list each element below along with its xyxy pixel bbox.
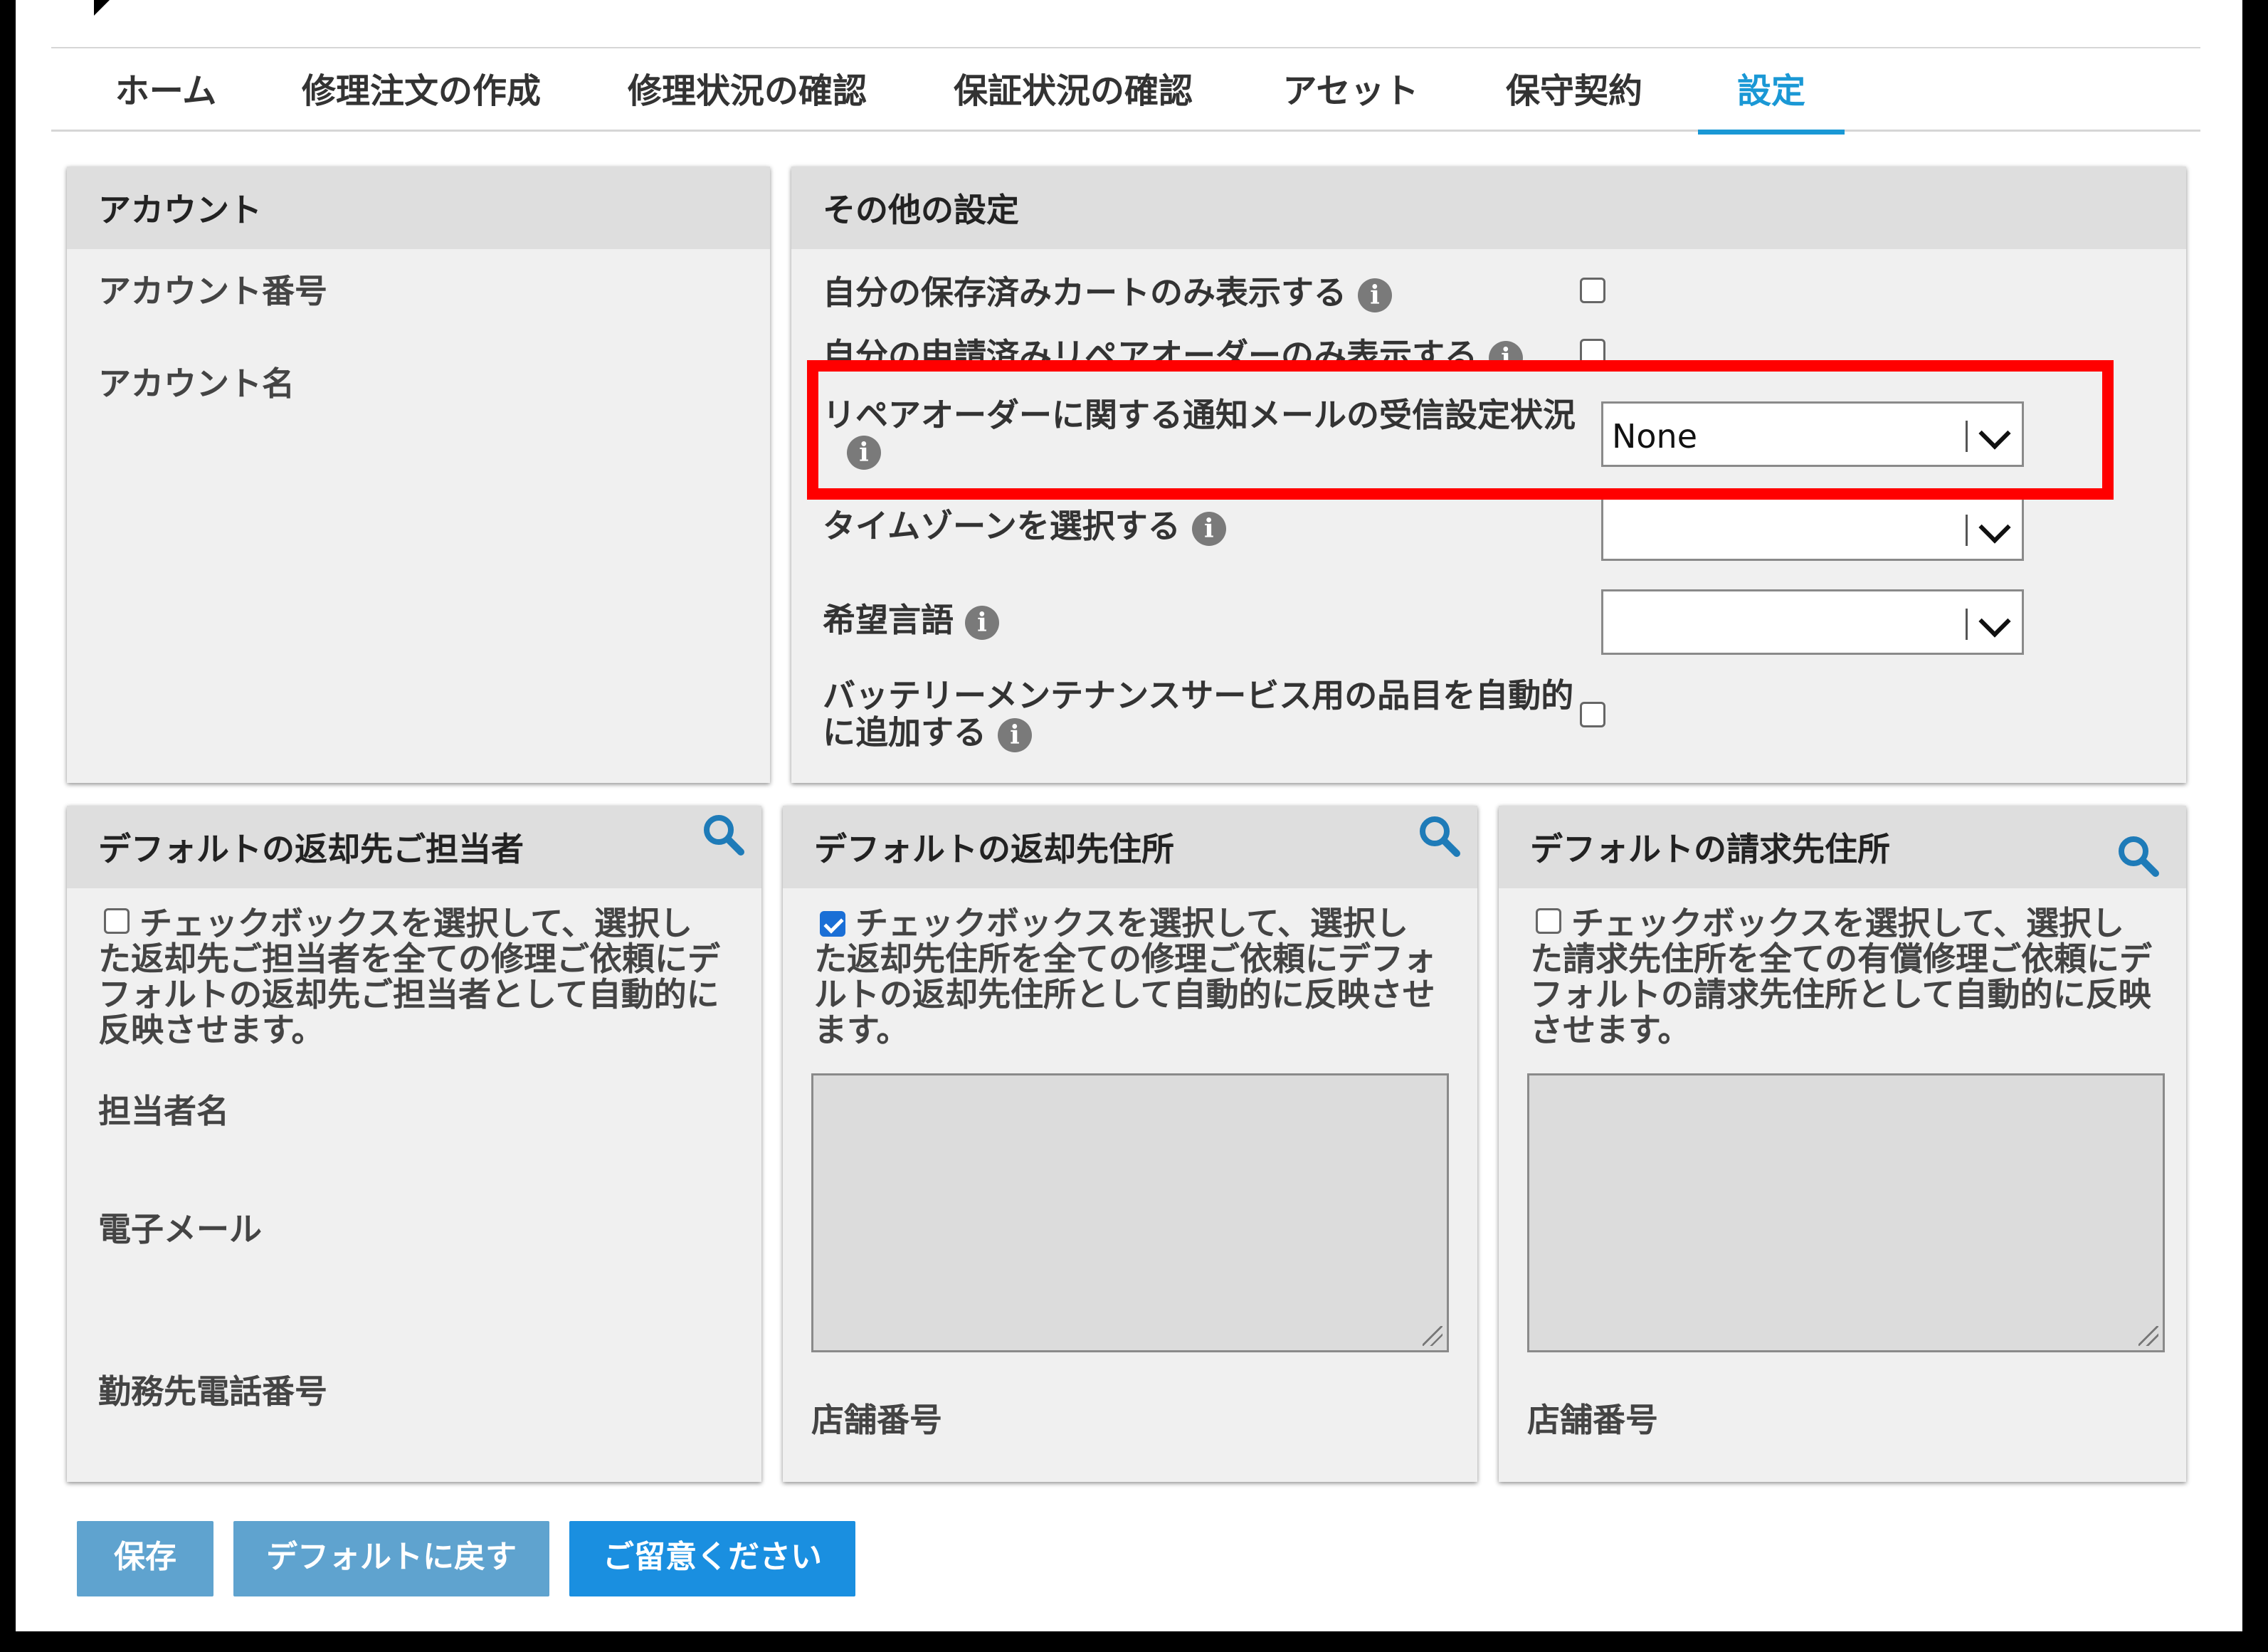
chevron-down-icon: [1978, 511, 2011, 544]
main-nav-tabs: ホーム 修理注文の作成 修理状況の確認 保証状況の確認 アセット 保守契約 設定: [51, 47, 2200, 135]
battery-label-line-2: に追加する: [823, 713, 986, 752]
select-separator: [1966, 609, 1968, 640]
billing-address-title: デフォルトの請求先住所: [1530, 830, 1890, 868]
timezone-select[interactable]: [1601, 495, 2024, 561]
account-panel: アカウント アカウント番号 アカウント名: [67, 167, 770, 783]
language-label: 希望言語: [823, 601, 954, 639]
return-address-textarea[interactable]: [811, 1073, 1449, 1352]
return-contact-description: チェックボックスを選択して、選択し た返却先ご担当者を全ての修理ご依頼にデ フォ…: [98, 905, 753, 1048]
desc-line: フォルトの請求先住所として自動的に反映: [1530, 975, 2151, 1014]
repair-order-label: 自分の申請済みリペアオーダーのみ表示する: [823, 336, 1477, 367]
language-setting: 希望言語 i: [823, 601, 999, 640]
save-button[interactable]: 保存: [77, 1521, 213, 1596]
office-phone-label: 勤務先電話番号: [98, 1372, 327, 1411]
desc-line: フォルトの返却先ご担当者として自動的に: [98, 975, 719, 1014]
account-number-label: アカウント番号: [98, 272, 327, 310]
return-contact-panel: デフォルトの返却先ご担当者 チェックボックスを選択して、選択し た返却先ご担当者…: [67, 806, 761, 1482]
chevron-down-icon: [1978, 605, 2011, 638]
email-label: 電子メール: [98, 1210, 262, 1248]
tab-repair-status[interactable]: 修理状況の確認: [619, 58, 875, 130]
store-number-label: 店舗番号: [1527, 1401, 1658, 1439]
store-number-label: 店舗番号: [811, 1401, 942, 1439]
select-separator: [1966, 421, 1968, 452]
resize-grip[interactable]: [1423, 1326, 1442, 1346]
info-icon[interactable]: i: [998, 717, 1032, 752]
repair-order-setting: 自分の申請済みリペアオーダーのみ表示する i: [823, 336, 1523, 367]
return-address-description: チェックボックスを選択して、選択し た返却先住所を全ての修理ご依頼にデフォ ルト…: [814, 905, 1469, 1048]
notify-select[interactable]: None: [1601, 401, 2024, 467]
info-icon[interactable]: i: [965, 605, 999, 640]
tab-create-repair-order[interactable]: 修理注文の作成: [293, 58, 549, 130]
notify-select-value: None: [1612, 417, 1698, 456]
saved-cart-label: 自分の保存済みカートのみ表示する: [823, 273, 1346, 312]
account-name-label: アカウント名: [98, 364, 295, 403]
account-panel-header: アカウント: [67, 167, 770, 249]
repair-order-checkbox[interactable]: [1580, 339, 1605, 364]
desc-line: た返却先住所を全ての修理ご依頼にデフォ: [814, 940, 1436, 978]
settings-page: ホーム 修理注文の作成 修理状況の確認 保証状況の確認 アセット 保守契約 設定…: [16, 0, 2242, 1631]
tab-assets[interactable]: アセット: [1275, 58, 1426, 130]
language-select[interactable]: [1601, 589, 2024, 655]
return-contact-header: デフォルトの返却先ご担当者: [67, 806, 761, 888]
billing-address-textarea[interactable]: [1527, 1073, 2165, 1352]
return-address-panel: デフォルトの返却先住所 チェックボックスを選択して、選択し た返却先住所を全ての…: [783, 806, 1477, 1482]
tab-settings[interactable]: 設定: [1698, 58, 1845, 135]
search-icon[interactable]: [1416, 813, 1462, 858]
tab-home[interactable]: ホーム: [93, 58, 239, 130]
search-icon[interactable]: [2115, 833, 2161, 878]
notice-button[interactable]: ご留意ください: [569, 1521, 855, 1596]
desc-line: 反映させます。: [98, 1011, 325, 1049]
reset-to-default-button[interactable]: デフォルトに戻す: [233, 1521, 549, 1596]
billing-address-panel: デフォルトの請求先住所 チェックボックスを選択して、選択し た請求先住所を全ての…: [1499, 806, 2186, 1482]
desc-line: ます。: [814, 1011, 909, 1049]
corner-mark: [94, 0, 110, 16]
battery-checkbox[interactable]: [1580, 702, 1605, 727]
other-settings-panel: その他の設定 自分の保存済みカートのみ表示する i 自分の申請済みリペアオーダーの…: [791, 167, 2186, 783]
other-settings-header: その他の設定: [791, 167, 2186, 249]
select-separator: [1966, 515, 1968, 546]
timezone-label: タイムゾーンを選択する: [823, 507, 1181, 545]
info-icon[interactable]: i: [1489, 340, 1523, 367]
battery-label-line-1: バッテリーメンテナンスサービス用の品目を自動的: [823, 676, 1574, 715]
return-contact-title: デフォルトの返却先ご担当者: [98, 830, 524, 868]
desc-line: チェックボックスを選択して、選択し: [855, 904, 1408, 942]
desc-line: させます。: [1530, 1011, 1691, 1049]
return-address-header: デフォルトの返却先住所: [783, 806, 1477, 888]
desc-line: チェックボックスを選択して、選択し: [1571, 904, 2124, 942]
resize-grip[interactable]: [2138, 1326, 2158, 1346]
contact-name-label: 担当者名: [98, 1092, 229, 1130]
other-settings-title: その他の設定: [823, 191, 1019, 229]
timezone-setting: タイムゾーンを選択する i: [823, 507, 1226, 546]
info-icon[interactable]: i: [847, 436, 881, 470]
desc-line: ルトの返却先住所として自動的に反映させ: [814, 975, 1435, 1014]
info-icon[interactable]: i: [1358, 278, 1392, 312]
saved-cart-setting: 自分の保存済みカートのみ表示する i: [823, 273, 1392, 312]
return-address-title: デフォルトの返却先住所: [814, 830, 1174, 868]
billing-address-header: デフォルトの請求先住所: [1499, 806, 2186, 888]
account-panel-title: アカウント: [98, 191, 262, 229]
battery-setting-line-2: に追加する i: [823, 713, 1032, 752]
info-icon[interactable]: i: [1191, 511, 1226, 546]
desc-line: チェックボックスを選択して、選択し: [139, 904, 692, 942]
notify-label: リペアオーダーに関する通知メールの受信設定状況: [823, 396, 1576, 434]
repair-order-setting-clip: 自分の申請済みリペアオーダーのみ表示する i: [791, 336, 2186, 367]
tab-warranty-status[interactable]: 保証状況の確認: [945, 58, 1201, 130]
desc-line: た請求先住所を全ての有償修理ご依頼にデ: [1530, 940, 2152, 978]
saved-cart-checkbox[interactable]: [1580, 278, 1605, 303]
tab-maintenance-contracts[interactable]: 保守契約: [1499, 58, 1650, 130]
desc-line: た返却先ご担当者を全ての修理ご依頼にデ: [98, 940, 720, 978]
billing-address-description: チェックボックスを選択して、選択し た請求先住所を全ての有償修理ご依頼にデ フォ…: [1530, 905, 2179, 1048]
search-icon[interactable]: [700, 811, 746, 857]
chevron-down-icon: [1978, 417, 2011, 450]
